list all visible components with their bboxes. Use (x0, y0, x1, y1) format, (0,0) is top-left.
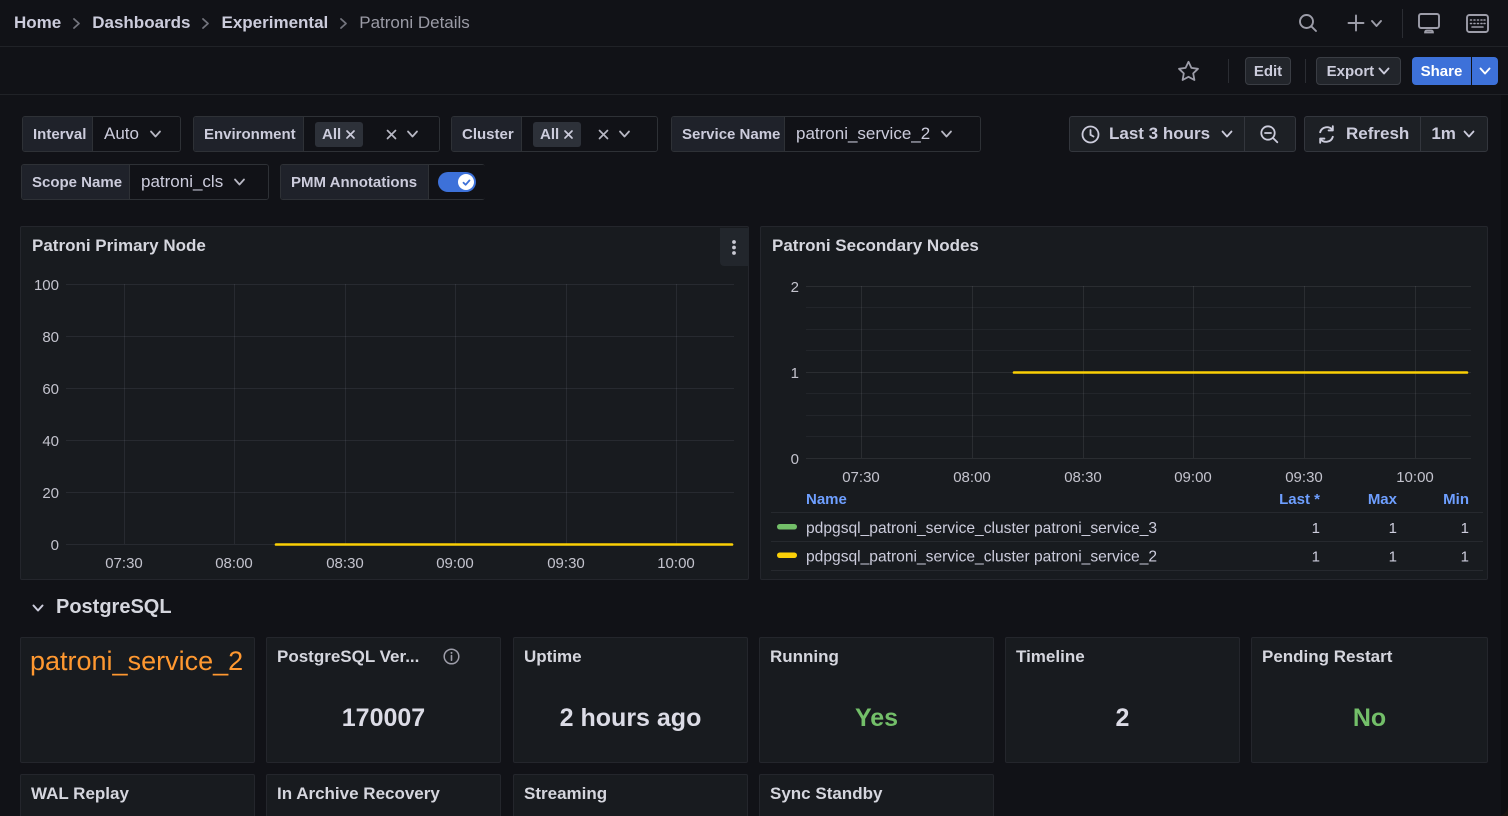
svg-text:09:00: 09:00 (436, 555, 474, 572)
svg-text:1: 1 (1461, 549, 1469, 566)
svg-text:80: 80 (42, 329, 59, 346)
svg-text:07:30: 07:30 (105, 555, 143, 572)
svg-text:09:30: 09:30 (1285, 469, 1323, 486)
svg-text:Max: Max (1368, 491, 1398, 508)
svg-text:09:00: 09:00 (1174, 469, 1212, 486)
svg-text:100: 100 (34, 277, 59, 294)
svg-text:1: 1 (1312, 520, 1320, 537)
svg-text:09:30: 09:30 (547, 555, 585, 572)
svg-text:40: 40 (42, 433, 59, 450)
svg-text:Min: Min (1443, 491, 1469, 508)
svg-text:1: 1 (1461, 520, 1469, 537)
svg-text:10:00: 10:00 (657, 555, 695, 572)
svg-text:08:30: 08:30 (1064, 469, 1102, 486)
svg-text:0: 0 (791, 451, 799, 468)
svg-text:Last *: Last * (1279, 491, 1320, 508)
svg-text:60: 60 (42, 381, 59, 398)
svg-text:pdpgsql_patroni_service_cluste: pdpgsql_patroni_service_cluster patroni_… (806, 520, 1157, 537)
svg-text:1: 1 (1389, 549, 1397, 566)
svg-text:Name: Name (806, 491, 847, 508)
svg-text:0: 0 (51, 537, 59, 554)
svg-text:08:30: 08:30 (326, 555, 364, 572)
svg-text:1: 1 (791, 365, 799, 382)
svg-text:pdpgsql_patroni_service_cluste: pdpgsql_patroni_service_cluster patroni_… (806, 549, 1157, 566)
svg-text:1: 1 (1312, 549, 1320, 566)
svg-text:07:30: 07:30 (842, 469, 880, 486)
svg-text:10:00: 10:00 (1396, 469, 1434, 486)
svg-text:08:00: 08:00 (953, 469, 991, 486)
svg-text:1: 1 (1389, 520, 1397, 537)
svg-text:2: 2 (791, 279, 799, 296)
svg-text:08:00: 08:00 (215, 555, 253, 572)
svg-text:20: 20 (42, 485, 59, 502)
